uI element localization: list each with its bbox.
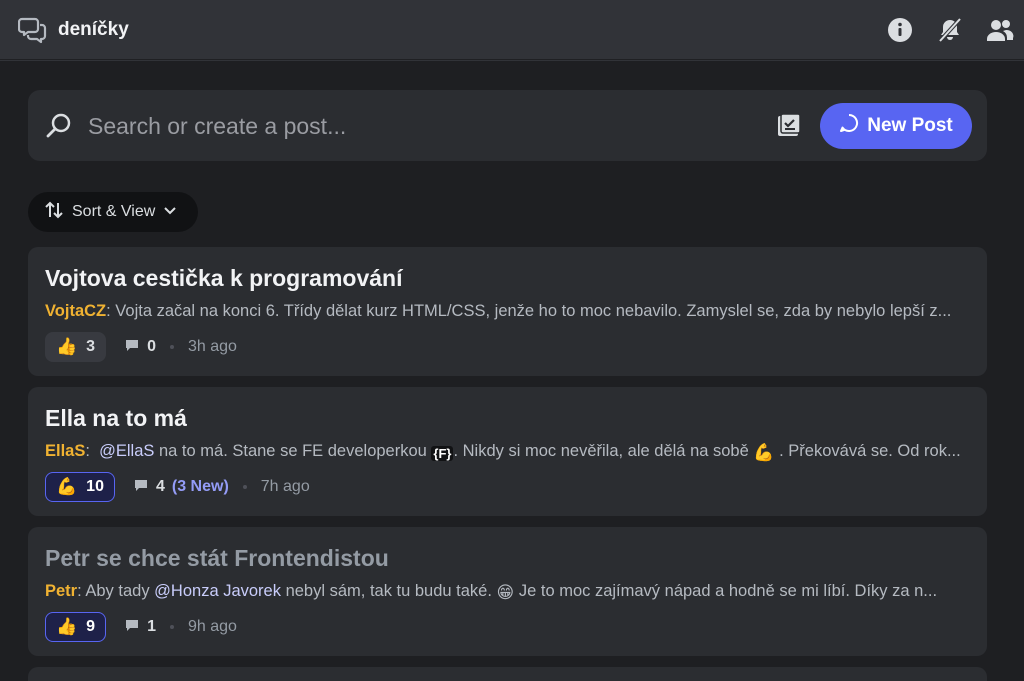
chat-bubble-icon [839,113,859,139]
comment-icon [124,337,140,358]
reaction-count: 10 [86,478,104,495]
checklist-icon[interactable] [776,112,802,143]
thumbs-up-icon: 👍 [56,337,78,356]
channel-header: deníčky [0,0,1024,60]
comment-count: 0 [124,337,156,358]
search-input[interactable] [88,108,688,144]
new-comments-badge: (3 New) [171,478,229,495]
post-time: 3h ago [187,338,237,355]
search-icon [45,112,73,145]
forum-post[interactable] [28,667,987,681]
user-mention[interactable]: @EllaS [99,442,154,460]
user-mention[interactable]: @Honza Javorek [154,582,281,600]
info-icon[interactable] [884,14,916,46]
comment-count: 4 (3 New) [133,477,229,498]
comment-icon [133,477,149,498]
post-title: Petr se chce stát Frontendistou [45,545,389,571]
post-time: 9h ago [187,618,237,635]
post-preview: Petr: Aby tady @Honza Javorek nebyl sám,… [45,582,938,602]
new-post-label: New Post [867,115,953,136]
post-meta: 👍 9 1 9h ago [45,612,237,642]
reaction-button[interactable]: 👍 9 [45,612,107,642]
post-preview: VojtaCZ: Vojta začal na konci 6. Třídy d… [45,302,952,320]
post-author: EllaS [45,442,86,460]
forum-post[interactable]: Vojtova cestička k programování VojtaCZ:… [28,247,987,376]
preview-text: Vojta začal na konci 6. Třídy dělat kurz… [115,302,952,320]
post-meta: 👍 3 0 3h ago [45,332,237,362]
reaction-count: 9 [86,618,96,635]
sort-view-button[interactable]: Sort & View [28,192,198,232]
post-time: 7h ago [260,478,310,495]
separator-dot [169,345,174,349]
comment-count: 1 [124,617,156,638]
comment-count-value: 4 [155,478,165,495]
reaction-button[interactable]: 👍 3 [45,332,107,362]
thumbs-up-icon: 👍 [56,617,78,636]
comment-icon [124,617,140,638]
separator-dot [242,485,247,489]
custom-emoji: {F} [431,446,454,461]
comment-count-value: 1 [147,618,156,635]
members-icon[interactable] [984,14,1016,46]
reaction-button[interactable]: 💪 10 [45,472,115,502]
chevron-down-icon [163,203,177,222]
header-actions [884,14,1016,46]
channel-name: deníčky [58,18,129,40]
flexed-biceps-icon: 💪 [56,477,78,496]
comment-count-value: 0 [147,338,156,355]
notifications-muted-icon[interactable] [934,14,966,46]
post-author: Petr [45,582,78,600]
flexed-biceps-icon: 💪 [753,443,775,462]
forum-post[interactable]: Petr se chce stát Frontendistou Petr: Ab… [28,527,987,656]
search-bar: New Post [28,90,987,161]
reaction-count: 3 [86,338,96,355]
sort-arrows-icon [44,200,64,225]
post-meta: 💪 10 4 (3 New) 7h ago [45,472,310,502]
post-title: Vojtova cestička k programování [45,265,403,291]
post-preview: EllaS: @EllaS na to má. Stane se FE deve… [45,442,961,462]
separator-dot [169,625,174,629]
forum-main: New Post Sort & View Vojtova cestička k … [0,61,1024,681]
forum-channel-icon [18,15,48,45]
forum-post[interactable]: Ella na to má EllaS: @EllaS na to má. St… [28,387,987,516]
grinning-face-icon: 😁 [496,583,515,602]
new-post-button[interactable]: New Post [820,103,972,149]
post-author: VojtaCZ [45,302,107,320]
post-title: Ella na to má [45,405,187,431]
sort-view-label: Sort & View [72,203,156,220]
